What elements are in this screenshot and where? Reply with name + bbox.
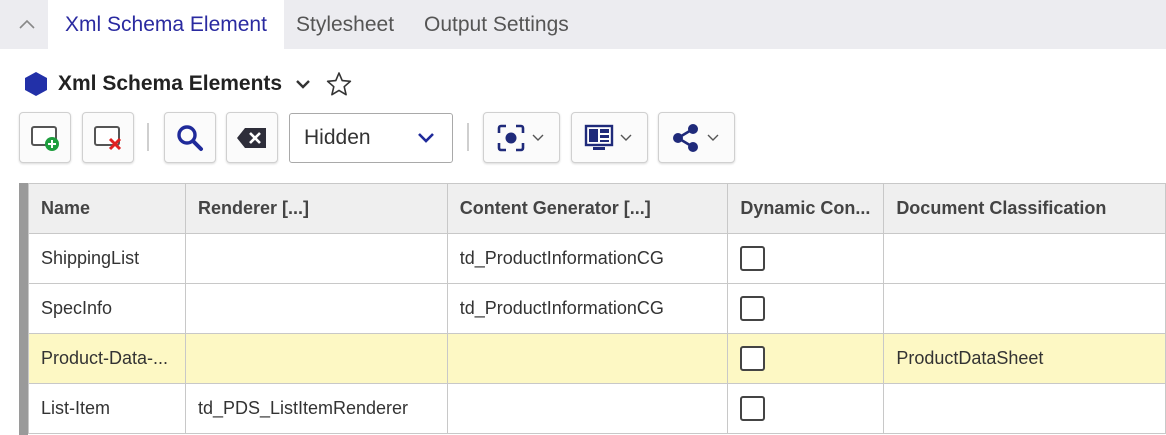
- cell-dynamic-content: [727, 283, 885, 334]
- cell-document-classification[interactable]: [883, 283, 1166, 334]
- delete-element-button[interactable]: [82, 112, 134, 163]
- cell-content-generator[interactable]: td_ProductInformationCG: [446, 283, 729, 334]
- clear-filter-button[interactable]: [226, 112, 278, 163]
- toolbar-separator: [147, 123, 149, 151]
- cell-name[interactable]: Product-Data-...: [28, 333, 186, 384]
- cell-dynamic-content: [727, 233, 885, 284]
- grid-row-indicator-bar: [19, 183, 28, 435]
- visibility-select-value: Hidden: [304, 126, 371, 149]
- cell-document-classification[interactable]: ProductDataSheet: [883, 333, 1166, 384]
- column-header-renderer[interactable]: Renderer [...]: [184, 183, 448, 234]
- chevron-down-icon[interactable]: [294, 77, 312, 91]
- column-header-dynamic-content[interactable]: Dynamic Con...: [727, 183, 885, 234]
- chevron-down-icon: [418, 133, 434, 143]
- share-menu-button[interactable]: [658, 112, 735, 163]
- page-title: Xml Schema Elements: [58, 72, 283, 95]
- chevron-down-icon: [620, 134, 632, 141]
- cell-content-generator[interactable]: [446, 383, 729, 434]
- table-row[interactable]: ShippingList td_ProductInformationCG: [28, 233, 1166, 284]
- chevron-down-icon: [707, 134, 719, 141]
- column-header-content-generator[interactable]: Content Generator [...]: [446, 183, 729, 234]
- collapse-chevron-up-icon[interactable]: [14, 12, 40, 36]
- cell-renderer[interactable]: td_PDS_ListItemRenderer: [184, 383, 448, 434]
- cell-dynamic-content: [727, 383, 885, 434]
- cell-name[interactable]: SpecInfo: [28, 283, 186, 334]
- add-icon: [31, 125, 59, 151]
- schema-elements-table: Name Renderer [...] Content Generator [.…: [28, 183, 1166, 434]
- cell-document-classification[interactable]: [883, 233, 1166, 284]
- favorite-star-icon[interactable]: [326, 71, 352, 97]
- layout-icon: [584, 124, 614, 150]
- table-row[interactable]: SpecInfo td_ProductInformationCG: [28, 283, 1166, 334]
- delete-icon: [94, 125, 122, 150]
- dynamic-content-checkbox[interactable]: [740, 346, 766, 371]
- cell-name[interactable]: List-Item: [28, 383, 186, 434]
- tab-output-settings[interactable]: Output Settings: [424, 0, 569, 49]
- page-header: Xml Schema Elements: [24, 68, 352, 100]
- focus-icon: [497, 124, 525, 151]
- layout-menu-button[interactable]: [571, 112, 648, 163]
- cell-renderer[interactable]: [184, 233, 448, 284]
- chevron-down-icon: [532, 134, 544, 141]
- toolbar-separator: [467, 123, 469, 151]
- tab-xml-schema-element[interactable]: Xml Schema Element: [48, 0, 284, 49]
- table-row-selected[interactable]: Product-Data-... ProductDataSheet: [28, 333, 1166, 384]
- share-icon: [673, 123, 698, 152]
- dynamic-content-checkbox[interactable]: [740, 246, 766, 271]
- clear-filter-icon: [237, 127, 266, 148]
- table-header-row: Name Renderer [...] Content Generator [.…: [28, 183, 1166, 234]
- tab-bar: Xml Schema Element Stylesheet Output Set…: [0, 0, 1166, 49]
- cell-content-generator[interactable]: [446, 333, 729, 384]
- focus-menu-button[interactable]: [483, 112, 560, 163]
- dynamic-content-checkbox[interactable]: [740, 296, 766, 321]
- hexagon-icon: [25, 72, 47, 96]
- search-button[interactable]: [164, 112, 216, 163]
- cell-dynamic-content: [727, 333, 885, 384]
- cell-content-generator[interactable]: td_ProductInformationCG: [446, 233, 729, 284]
- cell-name[interactable]: ShippingList: [28, 233, 186, 284]
- add-element-button[interactable]: [19, 112, 71, 163]
- cell-renderer[interactable]: [184, 333, 448, 384]
- visibility-select[interactable]: Hidden: [289, 113, 453, 163]
- table-row[interactable]: List-Item td_PDS_ListItemRenderer: [28, 383, 1166, 434]
- cell-document-classification[interactable]: [883, 383, 1166, 434]
- dynamic-content-checkbox[interactable]: [740, 396, 766, 421]
- column-header-name[interactable]: Name: [28, 183, 186, 234]
- search-icon: [177, 124, 203, 151]
- tab-stylesheet[interactable]: Stylesheet: [296, 0, 394, 49]
- cell-renderer[interactable]: [184, 283, 448, 334]
- column-header-document-classification[interactable]: Document Classification: [883, 183, 1166, 234]
